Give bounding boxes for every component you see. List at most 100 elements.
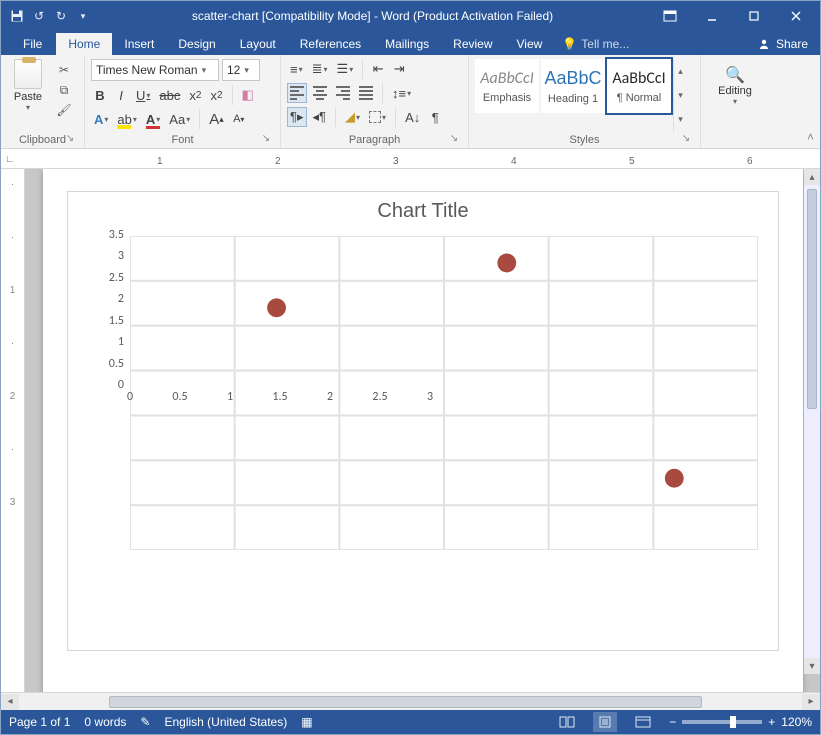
tab-view[interactable]: View — [505, 33, 555, 55]
line-spacing-button[interactable]: ↕≡▾ — [389, 83, 414, 103]
undo-icon[interactable]: ↺ — [31, 8, 47, 24]
style-normal[interactable]: AaBbCcI ¶ Normal — [607, 59, 671, 113]
read-mode-button[interactable] — [555, 712, 579, 732]
chart-object[interactable]: Chart Title 00.511.522.533.500.511.522.5… — [67, 191, 779, 651]
sort-button[interactable]: A↓ — [402, 107, 423, 127]
shrink-font-button[interactable]: A▾ — [230, 109, 248, 129]
align-right-button[interactable] — [333, 83, 353, 103]
status-bar: Page 1 of 1 0 words ✎ English (United St… — [1, 710, 820, 734]
font-color-button[interactable]: A▾ — [143, 109, 163, 129]
minimize-button[interactable] — [692, 2, 732, 30]
scroll-right-icon[interactable]: ▸ — [802, 694, 820, 710]
style-preview: AaBbC — [544, 68, 601, 89]
font-dialog-launcher[interactable]: ↘ — [260, 133, 272, 145]
scroll-thumb[interactable] — [807, 189, 817, 409]
bold-button[interactable]: B — [91, 85, 109, 105]
ltr-button[interactable]: ¶▸ — [287, 107, 307, 127]
italic-button[interactable]: I — [112, 85, 130, 105]
word-count[interactable]: 0 words — [84, 715, 126, 729]
spellcheck-icon[interactable]: ✎ — [140, 715, 150, 729]
tab-layout[interactable]: Layout — [228, 33, 288, 55]
styles-more[interactable]: ▴ ▾ ▾ — [673, 59, 687, 132]
redo-icon[interactable]: ↻ — [53, 8, 69, 24]
page-number[interactable]: Page 1 of 1 — [9, 715, 70, 729]
ribbon-display-options-button[interactable] — [650, 2, 690, 30]
y-tick-label: 1 — [96, 335, 124, 349]
collapse-ribbon-button[interactable]: ˄ — [807, 130, 814, 144]
strikethrough-button[interactable]: abc — [156, 85, 183, 105]
maximize-button[interactable] — [734, 2, 774, 30]
show-marks-button[interactable]: ¶ — [426, 107, 444, 127]
increase-indent-button[interactable]: ⇥ — [390, 59, 408, 79]
zoom-in-button[interactable]: + — [768, 715, 775, 729]
scroll-thumb[interactable] — [109, 696, 702, 708]
tab-mailings[interactable]: Mailings — [373, 33, 441, 55]
rtl-button[interactable]: ◂¶ — [310, 107, 330, 127]
zoom-out-button[interactable]: − — [669, 715, 676, 729]
tab-design[interactable]: Design — [166, 33, 227, 55]
page[interactable]: Chart Title 00.511.522.533.500.511.522.5… — [43, 169, 803, 692]
numbering-button[interactable]: ≣▾ — [309, 59, 331, 79]
style-name: Heading 1 — [548, 93, 598, 105]
subscript-button[interactable]: x2 — [186, 85, 204, 105]
format-painter-button[interactable]: 🖌 — [53, 101, 75, 119]
align-center-button[interactable] — [310, 83, 330, 103]
x-tick-label: 1 — [218, 390, 242, 404]
zoom-slider[interactable] — [682, 720, 762, 724]
vertical-scrollbar[interactable]: ▴ ▾ — [804, 169, 820, 674]
web-layout-button[interactable] — [631, 712, 655, 732]
borders-button[interactable]: ▾ — [366, 107, 389, 127]
editing-dropdown[interactable]: 🔍 Editing ▾ — [707, 59, 763, 132]
tab-insert[interactable]: Insert — [112, 33, 166, 55]
outdent-icon: ⇤ — [373, 61, 384, 77]
chevron-down-icon: ▾ — [202, 65, 207, 76]
vertical-ruler[interactable]: ··1·2·3 — [1, 169, 25, 692]
change-case-button[interactable]: Aa▾ — [166, 109, 193, 129]
grow-font-button[interactable]: A▴ — [206, 109, 227, 129]
close-button[interactable] — [776, 2, 816, 30]
tell-me-search[interactable]: 💡 Tell me... — [554, 37, 637, 55]
highlight-button[interactable]: ab▾ — [114, 109, 139, 129]
clipboard-dialog-launcher[interactable]: ↘ — [64, 133, 76, 145]
superscript-button[interactable]: x2 — [207, 85, 225, 105]
underline-button[interactable]: U▾ — [133, 85, 153, 105]
share-icon — [758, 37, 772, 51]
multilevel-button[interactable]: ☰▾ — [334, 59, 357, 79]
horizontal-ruler[interactable]: ∟ 1 2 3 4 5 6 — [1, 149, 820, 169]
scroll-down-icon[interactable]: ▾ — [804, 658, 820, 674]
macro-icon[interactable]: ▦ — [301, 715, 312, 729]
clear-format-button[interactable]: ◧ — [239, 85, 257, 105]
justify-button[interactable] — [356, 83, 376, 103]
zoom-level[interactable]: 120% — [781, 715, 812, 729]
style-emphasis[interactable]: AaBbCcI Emphasis — [475, 59, 539, 113]
indent-icon: ⇥ — [394, 61, 405, 77]
styles-dialog-launcher[interactable]: ↘ — [680, 133, 692, 145]
scroll-up-icon[interactable]: ▴ — [804, 169, 820, 185]
scroll-left-icon[interactable]: ◂ — [1, 694, 19, 710]
save-icon[interactable] — [9, 8, 25, 24]
tab-file[interactable]: File — [9, 33, 56, 55]
tab-references[interactable]: References — [288, 33, 373, 55]
text-effects-button[interactable]: A▾ — [91, 109, 111, 129]
font-family-combo[interactable]: Times New Roman▾ — [91, 59, 219, 81]
language-status[interactable]: English (United States) — [164, 715, 287, 729]
y-tick-label: 2.5 — [96, 271, 124, 285]
align-left-button[interactable] — [287, 83, 307, 103]
cut-button[interactable]: ✂ — [53, 61, 75, 79]
horizontal-scrollbar[interactable]: ◂ ▸ — [1, 692, 820, 710]
bullets-button[interactable]: ≡▾ — [287, 59, 306, 79]
qat-more-icon[interactable]: ▾ — [75, 8, 91, 24]
paste-button[interactable]: Paste ▾ — [7, 59, 49, 132]
shading-button[interactable]: ◢▾ — [342, 107, 363, 127]
chevron-down-icon: ▾ — [244, 65, 249, 76]
style-heading1[interactable]: AaBbC Heading 1 — [541, 59, 605, 113]
font-size-combo[interactable]: 12▾ — [222, 59, 260, 81]
tab-home[interactable]: Home — [56, 33, 112, 55]
paragraph-dialog-launcher[interactable]: ↘ — [448, 133, 460, 145]
copy-button[interactable]: ⧉ — [53, 81, 75, 99]
decrease-indent-button[interactable]: ⇤ — [369, 59, 387, 79]
share-button[interactable]: Share — [746, 33, 820, 55]
tab-review[interactable]: Review — [441, 33, 504, 55]
tab-selector[interactable]: ∟ — [5, 154, 15, 165]
print-layout-button[interactable] — [593, 712, 617, 732]
